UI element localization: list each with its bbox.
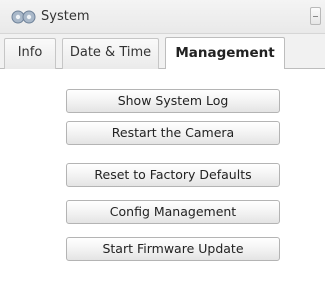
system-panel: System Info Date & Time Management Show … [0,0,325,280]
restart-camera-button[interactable]: Restart the Camera [66,121,280,145]
minimize-button[interactable] [310,7,321,25]
start-firmware-update-button[interactable]: Start Firmware Update [66,237,280,261]
tab-management[interactable]: Management [165,37,285,70]
reset-factory-defaults-button[interactable]: Reset to Factory Defaults [66,163,280,187]
panel-titlebar: System [0,0,325,34]
panel-title: System [41,9,90,24]
management-content: Show System Log Restart the Camera Reset… [0,69,325,280]
config-management-button[interactable]: Config Management [66,200,280,224]
tab-info[interactable]: Info [4,38,56,69]
show-system-log-button[interactable]: Show System Log [66,89,280,113]
gears-icon [11,9,37,25]
tab-bar: Info Date & Time Management [0,34,325,70]
tab-date-time[interactable]: Date & Time [62,38,159,69]
minimize-icon [313,16,318,17]
